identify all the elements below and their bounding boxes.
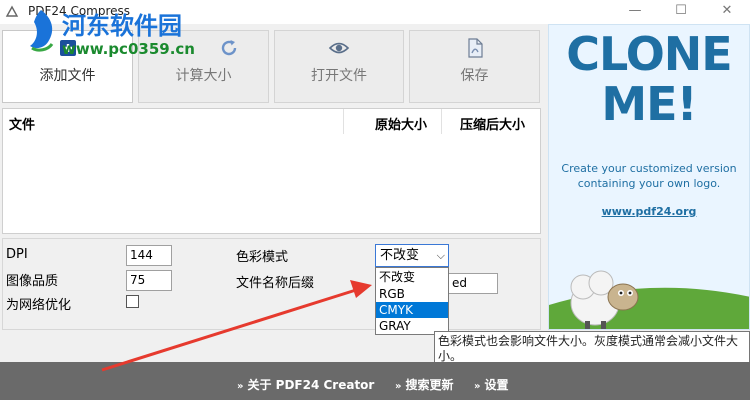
color-option-cmyk[interactable]: CMYK xyxy=(376,302,448,318)
column-divider xyxy=(441,109,442,134)
search-update-link[interactable]: » 搜索更新 xyxy=(395,376,453,393)
filename-suffix-label: 文件名称后缀 xyxy=(236,276,315,291)
minimize-button[interactable]: — xyxy=(612,0,658,24)
ad-headline-line1: CLONE xyxy=(566,27,732,81)
add-file-label: 添加文件 xyxy=(39,68,96,84)
site-watermark: 河东软件园 www.pc0359.cn xyxy=(22,2,232,66)
web-optimize-label: 为网络优化 xyxy=(6,298,72,313)
color-mode-dropdown[interactable]: 不改变 RGB CMYK GRAY xyxy=(375,267,449,335)
app-icon xyxy=(5,5,19,17)
close-button[interactable]: ✕ xyxy=(704,0,750,24)
calculate-size-label: 计算大小 xyxy=(175,68,232,84)
ad-description: Create your customized version containin… xyxy=(549,161,749,191)
image-quality-label: 图像品质 xyxy=(6,274,59,289)
pdf-file-icon xyxy=(467,38,483,58)
watermark-title: 河东软件园 xyxy=(62,12,182,40)
maximize-button[interactable]: ☐ xyxy=(658,0,704,24)
column-divider xyxy=(343,109,344,134)
color-mode-selected-value: 不改变 xyxy=(380,248,420,263)
watermark-logo-icon xyxy=(30,10,54,52)
sheep-mascot-icon xyxy=(570,270,639,329)
settings-link-label: 设置 xyxy=(484,378,509,392)
open-file-button[interactable]: 打开文件 xyxy=(274,30,404,103)
save-button[interactable]: 保存 xyxy=(409,30,540,103)
double-chevron-right-icon: » xyxy=(474,381,481,392)
column-header-file[interactable]: 文件 xyxy=(9,114,35,133)
search-update-label: 搜索更新 xyxy=(405,378,454,392)
color-option-unchanged[interactable]: 不改变 xyxy=(376,269,448,285)
ad-link[interactable]: www.pdf24.org xyxy=(549,205,749,218)
ad-description-line1: Create your customized version xyxy=(561,162,737,175)
watermark-url: www.pc0359.cn xyxy=(62,40,195,58)
double-chevron-right-icon: » xyxy=(395,381,402,392)
about-link[interactable]: » 关于 PDF24 Creator xyxy=(237,376,374,393)
double-chevron-right-icon: » xyxy=(237,381,244,392)
eye-icon xyxy=(328,42,350,54)
color-mode-label: 色彩模式 xyxy=(236,250,289,265)
ad-headline-line2: ME! xyxy=(601,77,697,131)
image-quality-input[interactable]: 75 xyxy=(126,270,172,291)
file-table[interactable]: 文件 原始大小 压缩后大小 xyxy=(2,108,541,234)
save-label: 保存 xyxy=(460,68,489,84)
about-link-label: 关于 PDF24 Creator xyxy=(247,378,375,392)
chevron-down-icon: ⌵ xyxy=(436,249,445,262)
color-option-rgb[interactable]: RGB xyxy=(376,286,448,302)
footer-bar: » 关于 PDF24 Creator » 搜索更新 » 设置 xyxy=(0,362,750,400)
dpi-input[interactable]: 144 xyxy=(126,245,172,266)
dpi-label: DPI xyxy=(6,247,28,262)
web-optimize-checkbox[interactable] xyxy=(126,295,139,308)
open-file-label: 打开文件 xyxy=(311,68,367,84)
ad-headline: CLONE ME! xyxy=(549,29,749,129)
ad-description-line2: containing your own logo. xyxy=(577,177,721,190)
settings-link[interactable]: » 设置 xyxy=(474,376,508,393)
color-mode-select[interactable]: 不改变 ⌵ xyxy=(375,244,449,267)
column-header-original-size[interactable]: 原始大小 xyxy=(375,114,427,133)
ad-banner[interactable]: CLONE ME! Create your customized version… xyxy=(548,24,750,330)
column-header-compressed-size[interactable]: 压缩后大小 xyxy=(460,114,525,133)
